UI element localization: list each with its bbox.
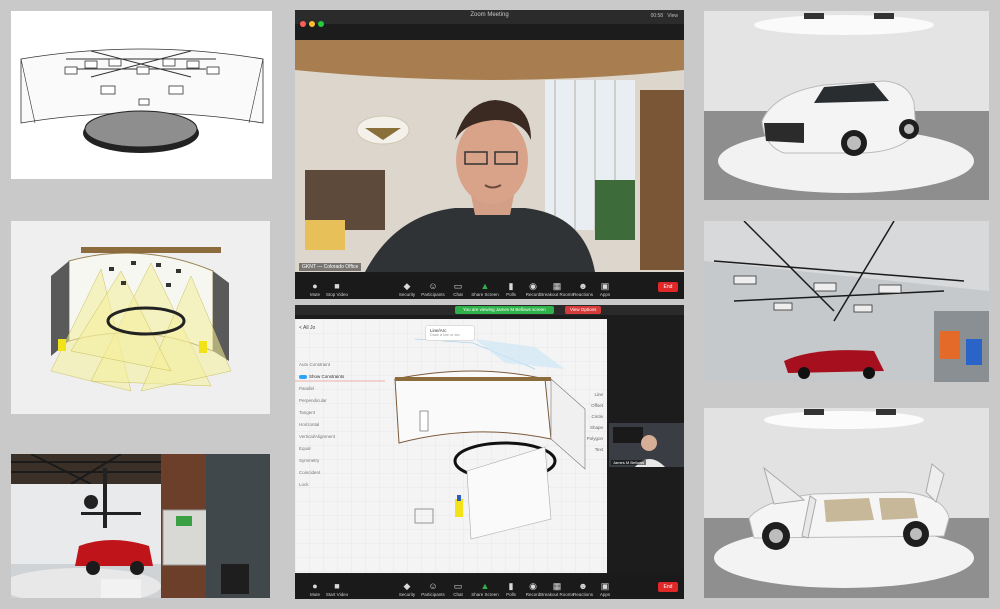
tool-text[interactable]: Text — [563, 444, 603, 455]
apps-icon: ▣ — [600, 281, 610, 291]
toggle-switch-icon — [299, 374, 307, 379]
zoom-screen-share-window: You are viewing James M Bellows screen V… — [295, 305, 684, 599]
presenter-video — [295, 40, 684, 272]
end-meeting-button[interactable]: End — [658, 282, 678, 292]
cad-back-link[interactable]: < All Jo — [299, 325, 315, 331]
meeting-timer: 00:58 — [650, 13, 664, 19]
constraint-parallel[interactable]: Parallel — [299, 383, 355, 395]
constraint-horizontal[interactable]: Horizontal — [299, 419, 355, 431]
breakout-icon: ▦ — [552, 581, 562, 591]
video-icon: ■ — [334, 281, 340, 291]
white-sedan-doors-open-photo — [704, 408, 989, 598]
breakout-icon: ▦ — [552, 281, 562, 291]
constraint-coincident[interactable]: Coincident — [299, 467, 355, 479]
apps-icon: ▣ — [600, 581, 610, 591]
share-toolbar: ● Mute ■ Start Video ◆ Security ☺ Participan… — [295, 575, 684, 599]
toolbar-apps-button[interactable]: ▣ Apps — [585, 281, 625, 297]
maximize-window-icon[interactable] — [318, 21, 324, 27]
line-arc-tooltip: Line/Arc Draw a line or arc — [425, 325, 475, 341]
chat-icon: ▭ — [453, 581, 463, 591]
close-window-icon[interactable] — [300, 21, 306, 27]
constraint-show-toggle[interactable]: Show Constraints — [299, 371, 355, 383]
tool-circle[interactable]: Circle — [563, 411, 603, 422]
share-screen-icon: ▲ — [480, 281, 490, 291]
studio-ceiling-rig-photo — [704, 221, 989, 382]
toolbar-stop-video-button[interactable]: ■ Stop Video — [317, 281, 357, 297]
chat-icon: ▭ — [453, 281, 463, 291]
self-view-name: James M Bellows — [611, 460, 647, 465]
share-status-pill: You are viewing James M Bellows screen — [455, 306, 554, 314]
share-screen-icon: ▲ — [480, 581, 490, 591]
window-title: Zoom Meeting — [470, 12, 509, 18]
constraint-auto[interactable]: Auto Constraint — [299, 359, 355, 371]
constraint-lock[interactable]: Lock — [299, 479, 355, 491]
studio-crane-photo — [11, 454, 270, 598]
constraint-perpendicular[interactable]: Perpendicular — [299, 395, 355, 407]
zoom-meeting-window: Zoom Meeting 00:58 View GKNT — Colorado … — [295, 10, 684, 299]
meeting-toolbar: ● Mute ■ Stop Video ◆ Security ☺ Participant… — [295, 275, 684, 299]
share-toolbar-start-video-button[interactable]: ■ Start Video — [317, 581, 357, 597]
video-icon: ■ — [334, 581, 340, 591]
view-button[interactable]: View — [667, 13, 678, 19]
tool-line[interactable]: Line — [563, 389, 603, 400]
constraint-equal[interactable]: Equal — [299, 443, 355, 455]
tool-shape[interactable]: Shape — [563, 422, 603, 433]
share-banner: You are viewing James M Bellows screen V… — [295, 305, 684, 315]
share-toolbar-apps-button[interactable]: ▣ Apps — [585, 581, 625, 597]
tool-offset[interactable]: Offset — [563, 400, 603, 411]
constraints-sidebar: Auto Constraint Show Constraints Paralle… — [299, 359, 355, 491]
constraint-tangent[interactable]: Tangent — [299, 407, 355, 419]
white-sedan-turntable-photo — [704, 11, 989, 200]
constraint-vertical[interactable]: Vertical/Alignment — [299, 431, 355, 443]
window-titlebar: Zoom Meeting 00:58 View — [295, 10, 684, 27]
constraint-symmetry[interactable]: Symmetry — [299, 455, 355, 467]
sketch-tools-panel: Line Offset Circle Shape Polygon Text — [563, 389, 603, 455]
minimize-window-icon[interactable] — [309, 21, 315, 27]
tool-polygon[interactable]: Polygon — [563, 433, 603, 444]
cad-app-canvas[interactable]: < All Jo Line/Arc Draw a line or arc Aut… — [295, 319, 607, 573]
studio-wireframe-drawing — [11, 11, 272, 179]
studio-lighting-render — [11, 221, 270, 414]
shield-icon: ◆ — [403, 281, 411, 291]
share-end-meeting-button[interactable]: End — [658, 582, 678, 592]
view-options-button[interactable]: View Options — [565, 306, 602, 314]
participant-name-tag: GKNT — Colorado Office — [299, 263, 362, 271]
self-view-thumbnail[interactable]: James M Bellows — [609, 423, 684, 467]
shield-icon: ◆ — [403, 581, 411, 591]
